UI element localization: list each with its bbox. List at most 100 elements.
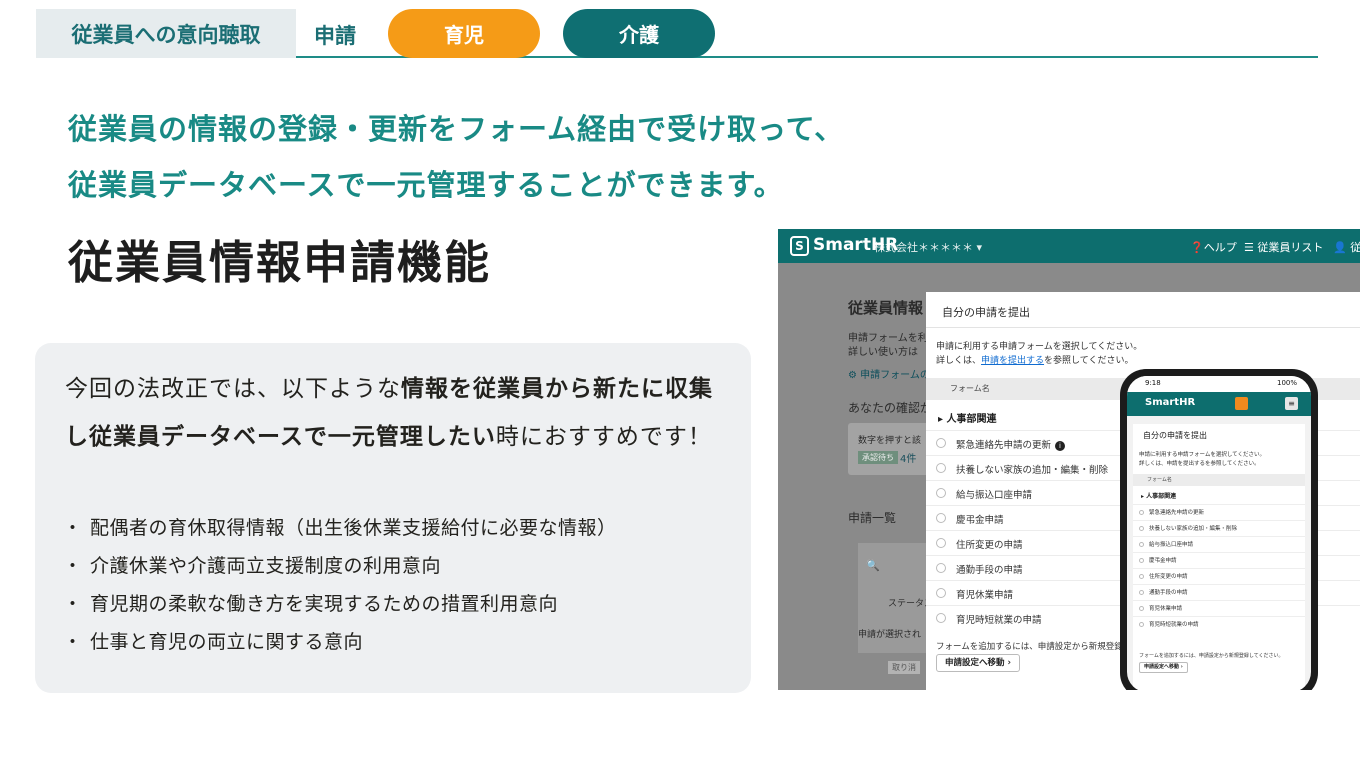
- employee-list-link[interactable]: ☰ 従業員リスト: [1244, 239, 1323, 255]
- modal-description: 申請に利用する申請フォームを選択してください。: [936, 342, 1143, 352]
- radio-button[interactable]: [936, 538, 946, 548]
- bg-text: 詳しい使い方は: [848, 347, 918, 358]
- phone-status-bar: 9:18 100%: [1127, 376, 1311, 392]
- list-item: ・育児期の柔軟な働き方を実現するための措置利用意向: [63, 585, 617, 623]
- bg-page-title: 従業員情報: [848, 299, 924, 317]
- bg-cancel-tag[interactable]: 取り消: [888, 661, 920, 674]
- intro-text: 今回の法改正では、以下ような: [65, 376, 401, 402]
- bg-select-note: 申請が選択され: [858, 630, 922, 640]
- form-label: 慶弔金申請: [1149, 558, 1177, 564]
- list-item: ・仕事と育児の両立に関する意向: [63, 623, 617, 661]
- radio-button[interactable]: [936, 513, 946, 523]
- form-label: 扶養しない家族の追加・編集・削除: [956, 465, 1109, 476]
- modal-divider: [926, 327, 1360, 328]
- radio-button[interactable]: [1139, 622, 1144, 627]
- list-item-text: 介護休業や介護両立支援制度の利用意向: [90, 555, 442, 577]
- tab-childcare[interactable]: 育児: [388, 9, 540, 58]
- column-header: フォーム名: [950, 384, 990, 393]
- form-label: 育児時短就業の申請: [1149, 622, 1199, 628]
- user-menu[interactable]: 👤 従業: [1333, 239, 1360, 255]
- bullet-list: ・配偶者の育休取得情報（出生後休業支援給付に必要な情報） ・介護休業や介護両立支…: [63, 509, 617, 661]
- list-item-text: 育児期の柔軟な働き方を実現するための措置利用意向: [90, 593, 559, 615]
- phone-category[interactable]: ▸ 人事部関連: [1141, 491, 1176, 500]
- breadcrumb: 申請: [314, 24, 356, 48]
- phone-screen: 9:18 100% SmartHR ≡ 自分の申請を提出 申請に利用する申請フォ…: [1127, 376, 1311, 690]
- form-label: 扶養しない家族の追加・編集・削除: [1149, 526, 1238, 532]
- intro-text-end: 時におすすめです！: [495, 424, 712, 450]
- phone-form-row[interactable]: 給与振込口座申請: [1133, 536, 1305, 552]
- form-label: 緊急連絡先申請の更新: [1149, 510, 1205, 516]
- bg-pending-text: 数字を押すと該: [858, 436, 922, 446]
- phone-note: フォームを追加するには、申請設定から新規登録してください。: [1139, 653, 1284, 659]
- bg-list-title: 申請一覧: [848, 511, 897, 525]
- help-doc-link[interactable]: 申請を提出する: [981, 356, 1044, 366]
- bg-settings-link[interactable]: ⚙ 申請フォームの: [848, 366, 930, 381]
- app-screenshot: S SmartHR 株式会社＊＊＊＊＊ ▾ ❓ヘルプ ☰ 従業員リスト 👤 従業…: [778, 229, 1360, 690]
- section-tag: 従業員への意向聴取: [36, 9, 296, 58]
- bullet-dot: ・: [63, 517, 83, 539]
- radio-button[interactable]: [1139, 526, 1144, 531]
- category-heading[interactable]: ▸ 人事部関連: [938, 410, 997, 425]
- form-label: 緊急連絡先申請の更新 i: [956, 437, 1066, 451]
- search-icon[interactable]: 🔍: [866, 559, 880, 572]
- phone-form-row[interactable]: 慶弔金申請: [1133, 552, 1305, 568]
- desc-text: を参照してください。: [1044, 356, 1134, 366]
- phone-description: 申請に利用する申請フォームを選択してください。: [1139, 452, 1266, 458]
- radio-button[interactable]: [936, 563, 946, 573]
- hamburger-menu-icon[interactable]: ≡: [1285, 397, 1298, 410]
- form-label: 育児時短就業の申請: [956, 615, 1042, 626]
- help-link[interactable]: ❓ヘルプ: [1190, 239, 1237, 255]
- phone-table-header: フォーム名: [1133, 474, 1305, 486]
- form-label: 給与振込口座申請: [956, 490, 1033, 501]
- radio-button[interactable]: [1139, 510, 1144, 515]
- radio-button[interactable]: [936, 463, 946, 473]
- phone-description-2: 詳しくは、申請を提出するを参照してください。: [1139, 461, 1260, 467]
- phone-form-row[interactable]: 育児休業申請: [1133, 600, 1305, 616]
- list-item: ・介護休業や介護両立支援制度の利用意向: [63, 547, 617, 585]
- phone-settings-button[interactable]: 申請設定へ移動 ›: [1139, 662, 1188, 673]
- status-badge: 承認待ち: [858, 451, 898, 464]
- radio-button[interactable]: [936, 613, 946, 623]
- radio-button[interactable]: [1139, 542, 1144, 547]
- radio-button[interactable]: [936, 488, 946, 498]
- list-item: ・配偶者の育休取得情報（出生後休業支援給付に必要な情報）: [63, 509, 617, 547]
- smarthr-logo-icon: S: [790, 236, 809, 256]
- phone-form-row[interactable]: 住所変更の申請: [1133, 568, 1305, 584]
- radio-button[interactable]: [1139, 590, 1144, 595]
- bullet-dot: ・: [63, 631, 83, 653]
- radio-button[interactable]: [1139, 558, 1144, 563]
- lead-line-1: 従業員の情報の登録・更新をフォーム経由で受け取って、: [68, 112, 845, 146]
- card-intro: 今回の法改正では、以下ような情報を従業員から新たに収集し従業員データベースで一元…: [65, 365, 735, 461]
- form-name: 緊急連絡先申請の更新: [956, 440, 1052, 451]
- notification-icon[interactable]: [1235, 397, 1248, 410]
- bullet-dot: ・: [63, 593, 83, 615]
- company-selector[interactable]: 株式会社＊＊＊＊＊ ▾: [874, 239, 982, 255]
- phone-form-row[interactable]: 緊急連絡先申請の更新: [1133, 504, 1305, 520]
- page-title: 従業員情報申請機能: [68, 236, 492, 289]
- pending-count[interactable]: 4件: [900, 450, 916, 465]
- list-item-text: 配偶者の育休取得情報（出生後休業支援給付に必要な情報）: [90, 517, 617, 539]
- column-header: フォーム名: [1147, 477, 1172, 483]
- lead-line-2: 従業員データベースで一元管理することができます。: [68, 168, 784, 202]
- go-to-settings-button[interactable]: 申請設定へ移動 ›: [936, 654, 1020, 672]
- phone-form-row[interactable]: 扶養しない家族の追加・編集・削除: [1133, 520, 1305, 536]
- info-icon[interactable]: i: [1055, 441, 1066, 451]
- form-label: 通勤手段の申請: [956, 565, 1023, 576]
- form-label: 住所変更の申請: [1149, 574, 1188, 580]
- phone-time: 9:18: [1145, 379, 1161, 387]
- battery-icon: 100%: [1276, 379, 1297, 387]
- phone-form-row[interactable]: 育児時短就業の申請: [1133, 616, 1305, 632]
- app-navbar: S SmartHR 株式会社＊＊＊＊＊ ▾ ❓ヘルプ ☰ 従業員リスト 👤 従業: [778, 229, 1360, 263]
- radio-button[interactable]: [936, 588, 946, 598]
- desc-text: 詳しくは、: [936, 356, 982, 366]
- form-label: 住所変更の申請: [956, 540, 1023, 551]
- phone-logo[interactable]: SmartHR: [1145, 397, 1195, 408]
- phone-modal: 自分の申請を提出 申請に利用する申請フォームを選択してください。 詳しくは、申請…: [1133, 424, 1305, 690]
- phone-modal-title: 自分の申請を提出: [1143, 431, 1207, 440]
- radio-button[interactable]: [1139, 606, 1144, 611]
- phone-form-row[interactable]: 通勤手段の申請: [1133, 584, 1305, 600]
- modal-description-2: 詳しくは、申請を提出するを参照してください。: [936, 353, 1134, 366]
- tab-nursing[interactable]: 介護: [563, 9, 715, 58]
- radio-button[interactable]: [1139, 574, 1144, 579]
- radio-button[interactable]: [936, 438, 946, 448]
